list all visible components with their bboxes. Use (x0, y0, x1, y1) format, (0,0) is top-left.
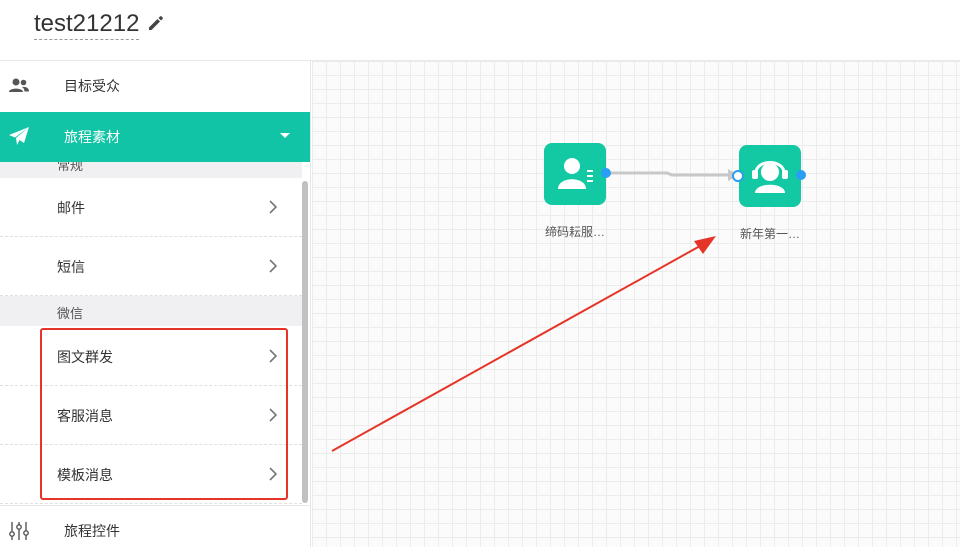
annotation-arrow (331, 236, 716, 452)
